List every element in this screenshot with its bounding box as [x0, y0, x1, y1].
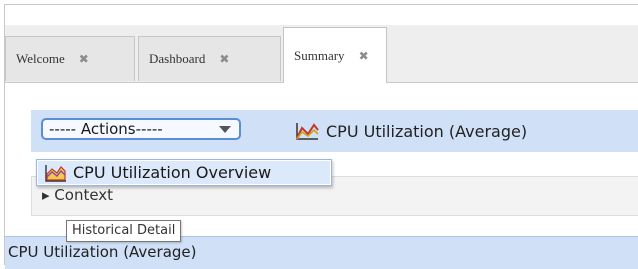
tab-dashboard[interactable]: Dashboard ✖ [138, 36, 281, 81]
chevron-down-icon[interactable] [219, 126, 231, 133]
line-chart-icon [296, 123, 319, 140]
action-bar: ----- Actions----- CPU Utilization (Aver… [31, 110, 638, 152]
tab-label: Summary [294, 47, 345, 63]
actions-dropdown[interactable]: ----- Actions----- [41, 118, 241, 140]
section-title: CPU Utilization (Average) [8, 243, 197, 261]
tab-label: Dashboard [149, 51, 206, 66]
menu-item-label: CPU Utilization Overview [73, 163, 272, 182]
actions-dropdown-label: ----- Actions----- [49, 120, 163, 138]
tab-welcome[interactable]: Welcome ✖ [5, 36, 135, 81]
menu-item-cpu-utilization-overview[interactable]: CPU Utilization Overview [38, 161, 330, 184]
close-icon[interactable]: ✖ [79, 52, 89, 66]
app-window: Welcome ✖ Dashboard ✖ Summary ✖ ----- Ac… [4, 4, 638, 269]
chart-title[interactable]: CPU Utilization (Average) [294, 120, 527, 142]
tab-label: Welcome [16, 51, 65, 66]
close-icon[interactable]: ✖ [219, 52, 229, 66]
chart-title-text: CPU Utilization (Average) [326, 121, 528, 141]
area-chart-icon [45, 164, 66, 182]
tooltip: Historical Detail [66, 220, 182, 242]
context-label: ▸ Context [42, 186, 114, 204]
tab-strip: Welcome ✖ Dashboard ✖ Summary ✖ [5, 25, 638, 83]
tab-summary[interactable]: Summary ✖ [283, 27, 387, 83]
close-icon[interactable]: ✖ [359, 49, 369, 63]
tooltip-text: Historical Detail [72, 223, 176, 238]
actions-menu: CPU Utilization Overview [36, 159, 332, 186]
